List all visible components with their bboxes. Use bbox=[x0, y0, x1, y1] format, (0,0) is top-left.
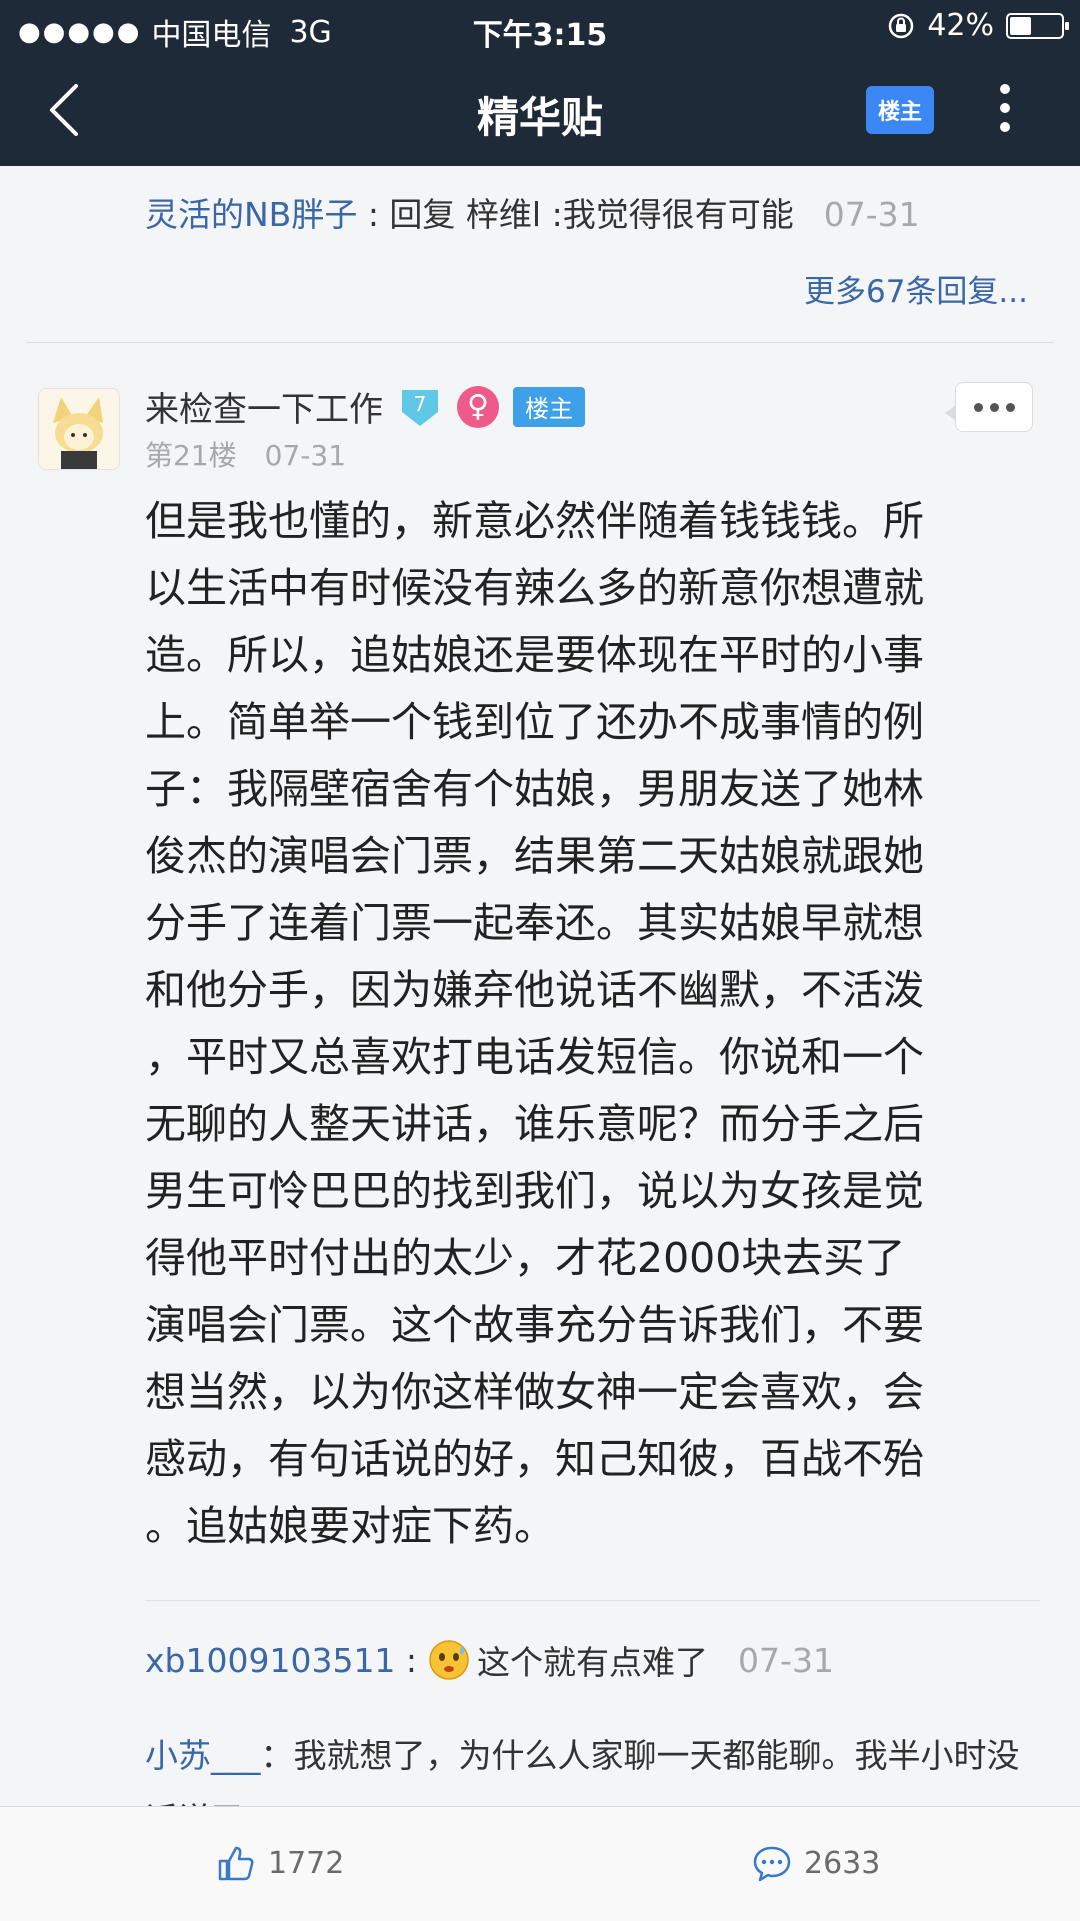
floor-divider bbox=[26, 342, 1054, 343]
reply-text: : 回复 梓维l :我觉得很有可能 bbox=[357, 195, 794, 234]
avatar-image bbox=[39, 389, 119, 469]
post-body-line: 以生活中有时候没有辣么多的新意你想遭就 bbox=[145, 564, 924, 612]
avatar[interactable] bbox=[38, 388, 120, 470]
post-author-row: 来检查一下工作 7 ♀ 楼主 bbox=[145, 382, 585, 431]
post-body: 但是我也懂的，新意必然伴随着钱钱钱。所 以生活中有时候没有辣么多的新意你想遭就 造。… bbox=[145, 488, 1041, 1560]
post-body-line: 无聊的人整天讲话，谁乐意呢？而分手之后 bbox=[145, 1100, 924, 1148]
sub-reply-author[interactable]: 小苏___ bbox=[145, 1736, 261, 1775]
female-gender-icon: ♀ bbox=[457, 385, 499, 428]
post-body-line: 感动，有句话说的好，知己知彼，百战不殆 bbox=[145, 1435, 924, 1483]
post-body-line: 和他分手，因为嫌弃他说话不幽默，不活泼 bbox=[145, 966, 924, 1014]
comment-button[interactable]: 2633 bbox=[752, 1843, 880, 1883]
post-content[interactable]: 灵活的NB胖子 : 回复 梓维l :我觉得很有可能 07-31 更多67条回复..… bbox=[0, 166, 1080, 1806]
post-date: 07-31 bbox=[264, 439, 347, 472]
comment-bubble-icon bbox=[753, 1846, 791, 1882]
thumbs-up-icon bbox=[218, 1846, 254, 1881]
more-vertical-icon[interactable] bbox=[990, 84, 1020, 140]
reply-date: 07-31 bbox=[823, 195, 920, 234]
post-body-line: 想当然，以为你这样做女神一定会喜欢，会 bbox=[145, 1368, 924, 1416]
colon: : bbox=[395, 1640, 418, 1680]
svg-text:7: 7 bbox=[414, 392, 427, 416]
sub-reply: xb1009103511 : 这个就有点难了 07-31 bbox=[145, 1636, 834, 1684]
sub-reply-author[interactable]: xb1009103511 bbox=[145, 1641, 395, 1680]
rotation-lock-icon bbox=[889, 13, 914, 38]
post-body-line: 俊杰的演唱会门票，结果第二天姑娘就跟她 bbox=[145, 832, 924, 880]
post-body-line: 但是我也懂的，新意必然伴随着钱钱钱。所 bbox=[145, 497, 924, 545]
owner-only-button[interactable]: 楼主 bbox=[866, 86, 934, 134]
sub-reply-date: 07-31 bbox=[738, 1640, 834, 1680]
reply-author-link[interactable]: 灵活的NB胖子 bbox=[145, 195, 357, 234]
post-body-line: ，平时又总喜欢打电话发短信。你说和一个 bbox=[145, 1033, 924, 1081]
sub-reply-divider bbox=[145, 1600, 1040, 1601]
level-badge-icon: 7 bbox=[402, 389, 438, 426]
battery-icon bbox=[1006, 12, 1069, 39]
bottom-action-bar: 1772 2633 bbox=[0, 1806, 1080, 1921]
more-options-button[interactable] bbox=[945, 382, 1033, 432]
sweat-face-icon bbox=[429, 1640, 469, 1680]
post-body-line: 男生可怜巴巴的找到我们，说以为女孩是觉 bbox=[145, 1167, 924, 1215]
post-body-line: 子：我隔壁宿舍有个姑娘，男朋友送了她林 bbox=[145, 765, 924, 813]
post-body-line: 造。所以，追姑娘还是要体现在平时的小事 bbox=[145, 631, 924, 679]
sub-reply-text: ：我就想了，为什么人家聊一天都能聊。我半小时没话说了 bbox=[145, 1736, 1020, 1806]
post-body-line: 得他平时付出的太少，才花2000块去买了 bbox=[145, 1234, 906, 1282]
top-bar: ●●●●● 中国电信 3G 下午3:15 42% 精华贴 楼主 bbox=[0, 0, 1080, 166]
post-body-line: 。追姑娘要对症下药。 bbox=[145, 1502, 555, 1550]
like-count: 1772 bbox=[268, 1845, 345, 1881]
floor-info: 第21楼 07-31 bbox=[145, 434, 346, 474]
post-body-line: 上。简单举一个钱到位了还办不成事情的例 bbox=[145, 698, 924, 746]
post-body-line: 分手了连着门票一起奉还。其实姑娘早就想 bbox=[145, 899, 924, 947]
status-bar: ●●●●● 中国电信 3G 下午3:15 42% bbox=[0, 0, 1080, 54]
post-body-line: 演唱会门票。这个故事充分告诉我们，不要 bbox=[145, 1301, 924, 1349]
sub-reply-text: 这个就有点难了 bbox=[477, 1643, 709, 1682]
battery-percent: 42% bbox=[927, 8, 994, 43]
comment-count: 2633 bbox=[804, 1845, 881, 1881]
sub-reply: 小苏___：我就想了，为什么人家聊一天都能聊。我半小时没话说了07-31 bbox=[145, 1724, 1045, 1806]
navigation-bar: 精华贴 楼主 bbox=[0, 54, 1080, 166]
like-button[interactable]: 1772 bbox=[216, 1843, 344, 1883]
owner-badge: 楼主 bbox=[513, 386, 585, 427]
username[interactable]: 来检查一下工作 bbox=[145, 382, 383, 431]
more-replies-link[interactable]: 更多67条回复... bbox=[804, 266, 1028, 311]
previous-sub-reply: 灵活的NB胖子 : 回复 梓维l :我觉得很有可能 07-31 bbox=[145, 188, 920, 236]
floor-number: 第21楼 bbox=[145, 439, 237, 472]
